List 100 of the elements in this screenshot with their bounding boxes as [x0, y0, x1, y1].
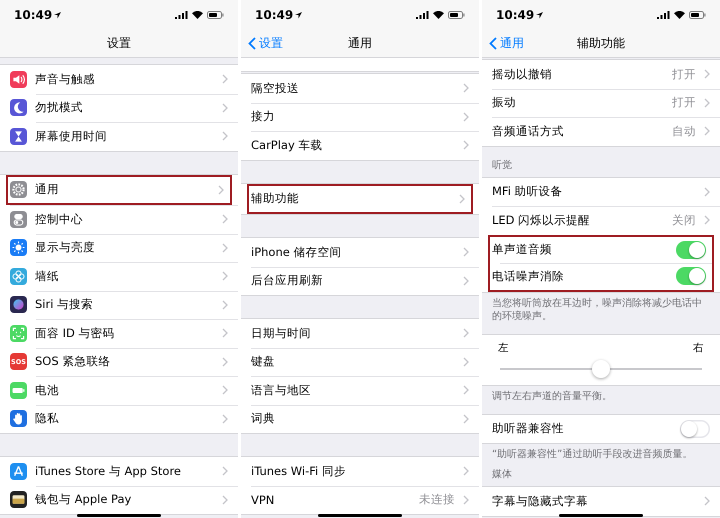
- location-icon: [295, 12, 302, 18]
- row-label: 隐私: [35, 411, 59, 426]
- status-time: 10:49: [255, 8, 294, 22]
- chevron-icon: [463, 466, 469, 476]
- nav-title: 通用: [348, 35, 372, 52]
- wifi-icon: [433, 11, 444, 19]
- chevron-icon: [463, 328, 469, 338]
- chevron-icon: [459, 194, 465, 204]
- row-label: 声音与触感: [35, 72, 95, 87]
- row-value: 关闭: [672, 212, 696, 228]
- toggle-switch[interactable]: [676, 240, 706, 259]
- row-label: 振动: [492, 95, 516, 110]
- battery-icon: [207, 11, 224, 19]
- slider-label: 右: [693, 340, 704, 354]
- chevron-icon: [463, 247, 469, 258]
- row-label: 勿扰模式: [35, 100, 83, 116]
- row-label: CarPlay 车载: [251, 138, 322, 153]
- location-icon: [54, 12, 62, 18]
- chevron-icon: [222, 271, 228, 282]
- nav-title: 设置: [107, 35, 131, 52]
- chevron-icon: [463, 414, 469, 424]
- chevron-icon: [222, 328, 228, 338]
- battery-icon: [448, 11, 465, 19]
- chevron-icon: [222, 414, 228, 424]
- chevron-icon: [222, 356, 228, 367]
- chevron-icon: [218, 184, 224, 195]
- chevron-icon: [222, 242, 228, 253]
- row-label: 字幕与隐藏式字幕: [492, 494, 588, 509]
- chevron-icon: [463, 276, 469, 286]
- chevron-icon: [704, 98, 710, 108]
- status-time: 10:49: [14, 8, 52, 22]
- row-label: 词典: [251, 411, 275, 426]
- chevron-icon: [463, 356, 469, 367]
- row-label: 通用: [35, 182, 59, 198]
- row-label: 墙纸: [35, 268, 59, 284]
- chevron-icon: [704, 186, 710, 197]
- chevron-icon: [222, 494, 228, 505]
- back-button[interactable]: 设置: [245, 30, 286, 57]
- row-label: 面容 ID 与密码: [35, 326, 115, 341]
- row-label: 日期与时间: [251, 326, 311, 341]
- row-label: 键盘: [251, 354, 275, 370]
- row-label: LED 闪烁以示提醒: [492, 212, 590, 228]
- signal-icon: [175, 11, 188, 19]
- nav-title: 辅助功能: [577, 35, 625, 52]
- row-label: SOS 紧急联络: [35, 354, 110, 370]
- row-label: 语言与地区: [251, 382, 311, 398]
- chevron-icon: [463, 140, 469, 150]
- section-footer: 当您将听筒放在耳边时，噪声消除将减少电话中的环境噪声。: [482, 292, 720, 322]
- row-label: iPhone 储存空间: [251, 244, 342, 260]
- row-label: 接力: [251, 109, 275, 124]
- section-footer: 调节左右声道的音量平衡。: [482, 386, 720, 402]
- status-time: 10:49: [496, 8, 534, 22]
- wifi-icon: [674, 11, 685, 19]
- chevron-icon: [704, 496, 710, 506]
- section-footer: “助听器兼容性”通过助听手段改进音频质量。: [482, 444, 720, 461]
- row-value: 打开: [672, 66, 696, 82]
- row-label: 显示与亮度: [35, 240, 95, 256]
- chevron-icon: [222, 385, 228, 396]
- slider-label: 左: [498, 340, 509, 354]
- row-label: iTunes Store 与 App Store: [35, 464, 181, 479]
- row-label: 助听器兼容性: [492, 421, 564, 436]
- row-label: 后台应用刷新: [251, 273, 323, 288]
- row-label: 摇动以撤销: [492, 66, 552, 82]
- slider-thumb[interactable]: [592, 360, 610, 378]
- row-label: 音频通话方式: [492, 124, 564, 139]
- back-chevron-icon: [248, 37, 256, 50]
- signal-icon: [416, 11, 429, 19]
- row-label: 隔空投送: [251, 80, 299, 96]
- row-label: VPN: [251, 492, 274, 507]
- back-chevron-icon: [489, 37, 497, 50]
- row-value: 打开: [672, 95, 696, 110]
- chevron-icon: [463, 385, 469, 396]
- location-icon: [536, 12, 544, 18]
- toggle-switch[interactable]: [680, 420, 710, 438]
- chevron-icon: [704, 69, 710, 80]
- chevron-icon: [222, 131, 228, 142]
- chevron-icon: [222, 466, 228, 476]
- row-label: iTunes Wi-Fi 同步: [251, 464, 346, 479]
- chevron-icon: [463, 83, 469, 94]
- toggle-switch[interactable]: [676, 267, 706, 286]
- row-label: Siri 与搜索: [35, 297, 94, 312]
- back-button[interactable]: 通用: [486, 30, 527, 57]
- chevron-icon: [704, 126, 710, 136]
- chevron-icon: [704, 215, 710, 226]
- chevron-icon: [222, 102, 228, 113]
- row-value: 自动: [672, 124, 696, 139]
- chevron-icon: [463, 494, 469, 505]
- row-label: 单声道音频: [492, 242, 552, 258]
- chevron-icon: [222, 300, 228, 310]
- row-label: 屏幕使用时间: [35, 128, 107, 144]
- chevron-icon: [222, 74, 228, 84]
- section-header: 媒体: [491, 468, 513, 482]
- signal-icon: [657, 11, 670, 19]
- row-label: 电话噪声消除: [492, 268, 564, 284]
- row-label: MFi 助听设备: [492, 184, 563, 200]
- row-label: 钱包与 Apple Pay: [35, 492, 132, 508]
- row-value: 未连接: [419, 492, 455, 508]
- section-header: 听觉: [491, 158, 513, 172]
- chevron-icon: [463, 112, 469, 122]
- row-label: 电池: [35, 382, 59, 398]
